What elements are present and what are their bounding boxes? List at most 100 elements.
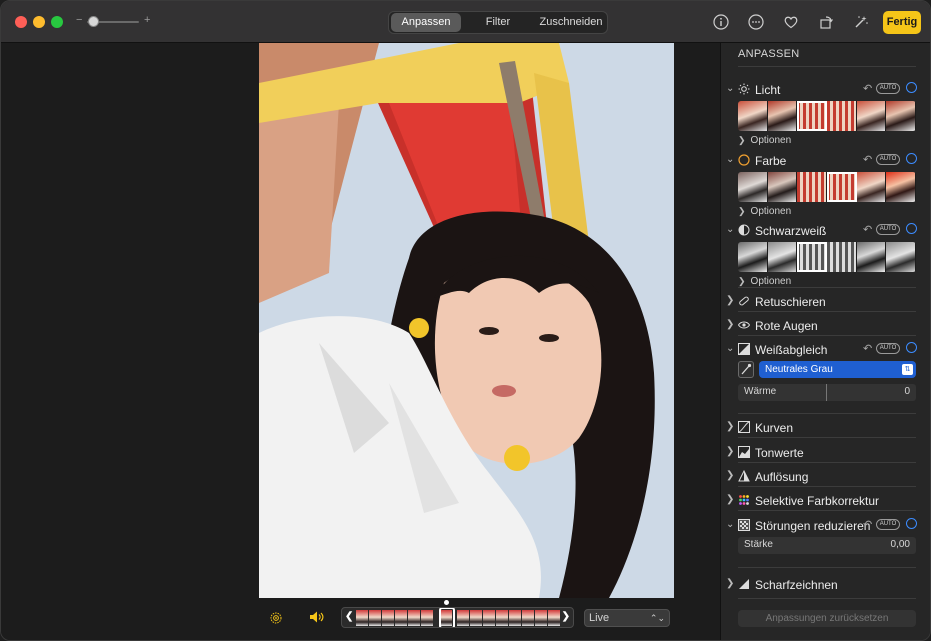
tab-anpassen[interactable]: Anpassen [391,13,461,32]
licht-options[interactable]: ❯ Optionen [738,135,791,146]
divider [738,437,916,438]
chevron-right-icon[interactable]: ❯ [726,446,734,457]
fullscreen-window-button[interactable] [51,16,63,28]
preview-thumb[interactable] [827,242,857,272]
live-photo-icon[interactable] [270,612,282,624]
revert-icon[interactable]: ↶ [863,342,872,355]
preview-thumb-selected[interactable] [797,242,828,272]
eyedropper-icon[interactable] [738,361,754,378]
section-stoerungen-reduzieren[interactable]: ⌄ Störungen reduzieren ↶ AUTO [721,516,930,536]
revert-icon[interactable]: ↶ [863,82,872,95]
edited-photo[interactable] [259,43,674,598]
farbe-preview-strip[interactable] [738,172,916,202]
preview-thumb[interactable] [856,242,887,272]
magic-wand-icon[interactable] [851,12,871,32]
chevron-down-icon[interactable]: ⌄ [726,83,734,94]
section-rote-augen[interactable]: ❯ Rote Augen [721,316,930,336]
waerme-slider[interactable]: Wärme 0 [738,384,916,401]
revert-icon[interactable]: ↶ [863,518,872,531]
done-button[interactable]: Fertig [883,11,921,34]
preview-thumb-selected[interactable] [797,101,828,131]
preview-thumb[interactable] [856,101,887,131]
sharpen-icon [739,579,749,589]
minimize-window-button[interactable] [33,16,45,28]
auto-button[interactable]: AUTO [876,83,900,94]
section-scharfzeichnen[interactable]: ❯ Scharfzeichnen [721,575,930,595]
chevron-right-icon[interactable]: ❯ [726,470,734,481]
preview-thumb[interactable] [738,172,768,202]
toggle-adjustment-icon[interactable] [906,518,917,529]
preview-thumb[interactable] [827,101,857,131]
close-window-button[interactable] [15,16,27,28]
chevron-right-icon[interactable]: ❯ [726,494,734,505]
toggle-adjustment-icon[interactable] [906,223,917,234]
trim-handle-right-icon[interactable]: ❯ [562,611,570,622]
tab-zuschneiden[interactable]: Zuschneiden [535,13,607,32]
chevron-down-icon[interactable]: ⌄ [726,519,734,530]
noise-icon [738,519,750,531]
chevron-down-icon[interactable]: ⌄ [726,224,734,235]
auto-button[interactable]: AUTO [876,154,900,165]
toggle-adjustment-icon[interactable] [906,153,917,164]
rotate-icon[interactable] [816,12,836,32]
heart-icon[interactable] [781,12,801,32]
section-aufloesung[interactable]: ❯ Auflösung [721,467,930,487]
auto-button[interactable]: AUTO [876,224,900,235]
filmstrip-frame [457,610,469,626]
schwarzweiss-preview-strip[interactable] [738,242,916,272]
chevron-down-icon[interactable]: ⌄ [726,343,734,354]
section-label: Auflösung [755,470,809,484]
preview-thumb[interactable] [738,101,768,131]
live-mode-select[interactable]: Live ⌃⌄ [584,609,670,627]
color-dots-icon [739,495,749,505]
auto-button[interactable]: AUTO [876,519,900,530]
section-kurven[interactable]: ❯ Kurven [721,418,930,438]
preview-thumb[interactable] [767,242,798,272]
chevron-right-icon[interactable]: ❯ [726,295,734,306]
chevron-down-icon[interactable]: ⌄ [726,154,734,165]
chevron-right-icon[interactable]: ❯ [726,578,734,589]
preview-thumb[interactable] [738,242,768,272]
chevron-right-icon[interactable]: ❯ [726,319,734,330]
reset-adjustments-button[interactable]: Anpassungen zurücksetzen [738,610,916,627]
live-photo-filmstrip[interactable]: ❮ ❯ [341,607,574,628]
trim-handle-left-icon[interactable]: ❮ [345,611,353,622]
chevron-right-icon[interactable]: ❯ [726,421,734,432]
preview-thumb[interactable] [886,242,916,272]
schwarzweiss-options[interactable]: ❯ Optionen [738,276,791,287]
sun-icon [738,83,750,95]
revert-icon[interactable]: ↶ [863,153,872,166]
section-schwarzweiss[interactable]: ⌄ Schwarzweiß ↶ AUTO [721,221,930,241]
more-icon[interactable] [746,12,766,32]
preview-thumb[interactable] [886,172,916,202]
preview-thumb[interactable] [856,172,887,202]
preview-thumb[interactable] [886,101,916,131]
preview-thumb[interactable] [797,172,828,202]
section-tonwerte[interactable]: ❯ Tonwerte [721,443,930,463]
tab-filter[interactable]: Filter [463,13,533,32]
preview-thumb-selected[interactable] [827,172,857,202]
section-label: Farbe [755,154,787,168]
farbe-options[interactable]: ❯ Optionen [738,206,791,217]
white-balance-preset-select[interactable]: Neutrales Grau ⇅ [759,361,916,378]
select-chevron-icon: ⌃⌄ [649,613,665,623]
toggle-adjustment-icon[interactable] [906,82,917,93]
section-selektive-farbkorrektur[interactable]: ❯ Selektive Farbkorrektur [721,491,930,511]
key-frame-selector[interactable] [439,608,455,627]
info-icon[interactable] [711,12,731,32]
preview-thumb[interactable] [767,101,798,131]
toggle-adjustment-icon[interactable] [906,342,917,353]
section-weissabgleich[interactable]: ⌄ Weißabgleich ↶ AUTO [721,340,930,360]
filmstrip-frame [522,610,534,626]
section-licht[interactable]: ⌄ Licht ↶ AUTO [721,80,930,100]
zoom-slider-knob[interactable] [88,16,99,27]
slider-value: 0 [904,386,910,397]
preview-thumb[interactable] [767,172,798,202]
section-retuschieren[interactable]: ❯ Retuschieren [721,292,930,312]
licht-preview-strip[interactable] [738,101,916,131]
staerke-slider[interactable]: Stärke 0,00 [738,537,916,554]
speaker-icon[interactable] [309,610,325,627]
revert-icon[interactable]: ↶ [863,223,872,236]
section-farbe[interactable]: ⌄ Farbe ↶ AUTO [721,151,930,171]
auto-button[interactable]: AUTO [876,343,900,354]
